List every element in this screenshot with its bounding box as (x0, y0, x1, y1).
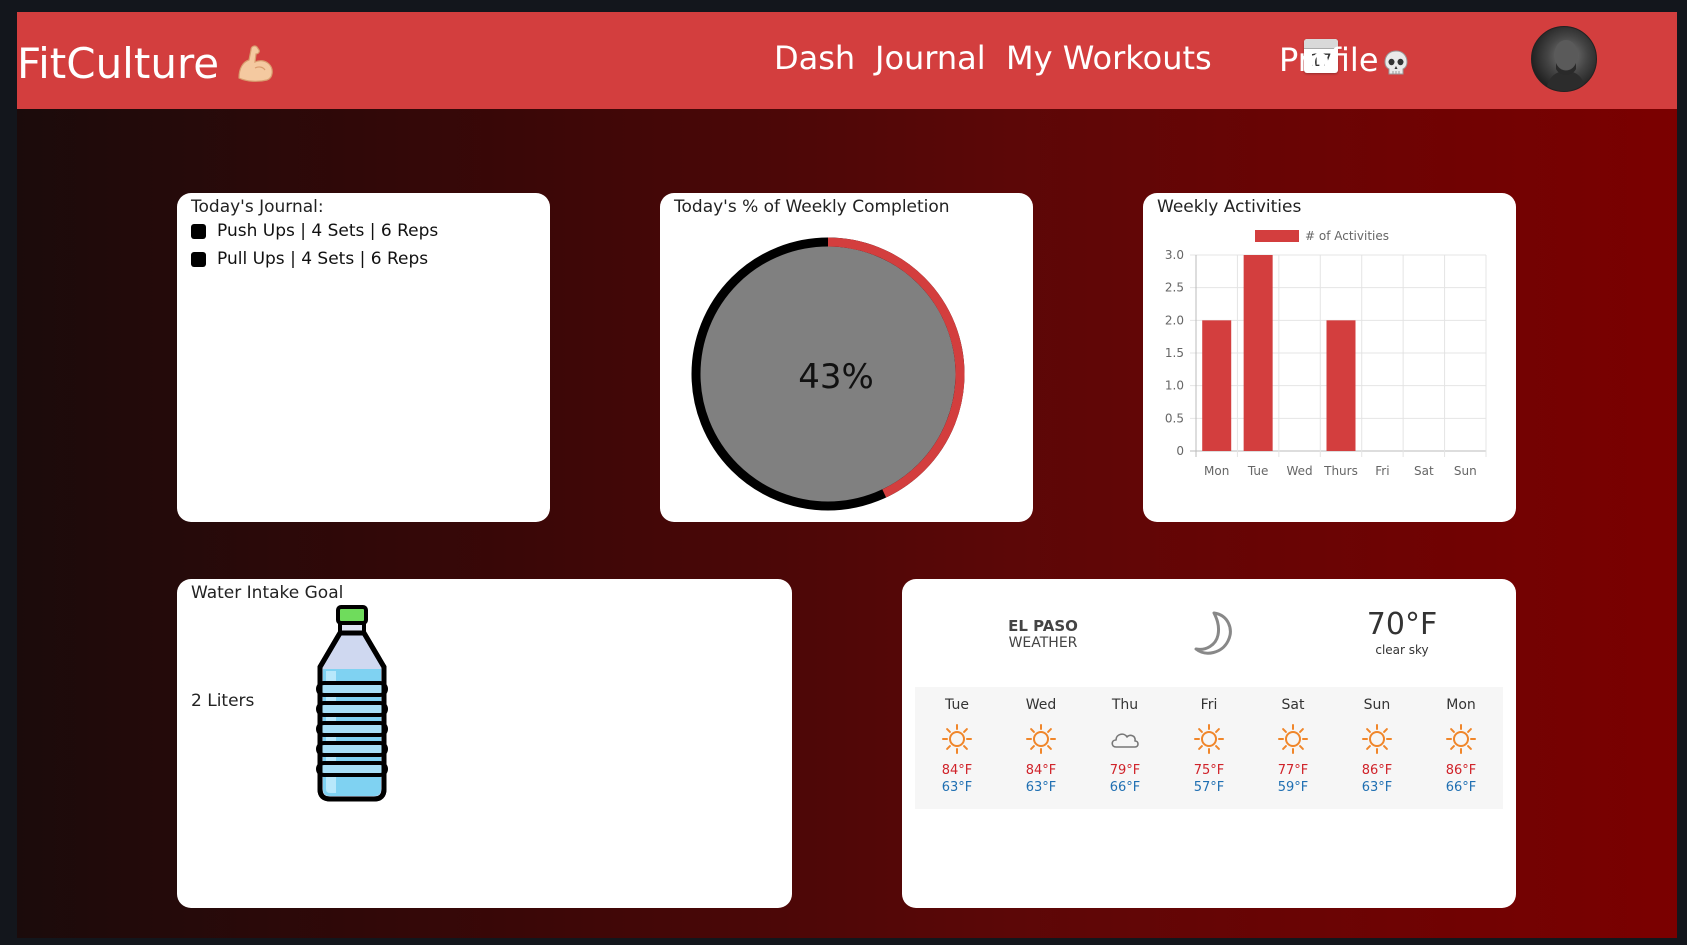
water-title: Water Intake Goal (191, 583, 344, 603)
sun-icon (1444, 722, 1478, 756)
bar-thurs[interactable] (1326, 320, 1356, 451)
forecast-high: 79°F (1109, 763, 1141, 778)
forecast-day: Thu 79°F 66°F (1083, 687, 1167, 809)
legend-swatch (1255, 230, 1299, 242)
forecast-low: 57°F (1193, 780, 1225, 795)
forecast-day: Fri 75°F 57°F (1167, 687, 1251, 809)
sun-icon (1024, 722, 1058, 756)
water-card: Water Intake Goal 2 Liters (177, 579, 792, 908)
weather-location: EL PASO WEATHER (902, 617, 1184, 651)
journal-item-label: Push Ups | 4 Sets | 6 Reps (217, 221, 439, 241)
sun-icon (1276, 722, 1310, 756)
forecast-day-name: Sat (1281, 697, 1305, 713)
skull-icon (1381, 47, 1411, 77)
y-tick-label: 0.5 (1165, 411, 1184, 425)
weather-label: WEATHER (1008, 635, 1078, 651)
nav-link-journal[interactable]: Journal (875, 38, 986, 78)
chart-legend[interactable]: # of Activities (1255, 229, 1389, 243)
activities-bar-chart: # of Activities 3.0 2.5 2.0 1.5 1.0 0.5 0 Mon T… (1165, 229, 1487, 478)
journal-card: Today's Journal: Push Ups | 4 Sets | 6 R… (177, 193, 550, 522)
water-bottle-icon (316, 605, 388, 802)
weather-current-temp: 70°F (1366, 607, 1438, 642)
journal-title: Today's Journal: (191, 197, 324, 217)
forecast-low: 59°F (1277, 780, 1309, 795)
navbar: FitCulture Dash Journal My Workouts 17 P… (17, 12, 1677, 109)
forecast-day-name: Sun (1363, 697, 1391, 713)
weather-condition: clear sky (1375, 643, 1429, 657)
forecast-day: Tue 84°F 63°F (915, 687, 999, 809)
avatar[interactable] (1531, 26, 1597, 92)
forecast-day: Sat 77°F 59°F (1251, 687, 1335, 809)
forecast-day-name: Mon (1446, 697, 1476, 713)
forecast-low: 63°F (1025, 780, 1057, 795)
y-tick-label: 0 (1176, 444, 1184, 458)
x-tick-label: Mon (1204, 464, 1229, 478)
completion-percent: 43% (798, 357, 874, 397)
weather-card: EL PASO WEATHER 70°F clear sky Tue 84°F 63… (902, 579, 1516, 908)
x-tick-label: Sun (1454, 464, 1477, 478)
forecast-day: Sun 86°F 63°F (1335, 687, 1419, 809)
flexed-biceps-icon (233, 42, 277, 86)
nav-link-my-workouts[interactable]: My Workouts (1006, 38, 1212, 78)
y-tick-label: 2.5 (1165, 281, 1184, 295)
nav-link-profile[interactable]: Profile (1279, 40, 1411, 80)
journal-item-label: Pull Ups | 4 Sets | 6 Reps (217, 249, 429, 269)
forecast-high: 75°F (1193, 763, 1225, 778)
completion-donut: 43% (691, 237, 965, 511)
y-axis: 3.0 2.5 2.0 1.5 1.0 0.5 0 (1165, 248, 1184, 458)
brand-name: FitCulture (17, 39, 220, 88)
y-tick-label: 1.5 (1165, 346, 1184, 360)
forecast-high: 84°F (941, 763, 973, 778)
forecast-low: 66°F (1445, 780, 1477, 795)
forecast-day: Wed 84°F 63°F (999, 687, 1083, 809)
bar-mon[interactable] (1202, 320, 1232, 451)
journal-item: Pull Ups | 4 Sets | 6 Reps (191, 249, 428, 269)
journal-checkbox[interactable] (191, 251, 206, 267)
y-tick-label: 3.0 (1165, 248, 1184, 262)
cloud-icon (1108, 722, 1142, 756)
activities-card: Weekly Activities # of Activities 3.0 2.5… (1143, 193, 1516, 522)
forecast-high: 77°F (1277, 763, 1309, 778)
nav-link-dash[interactable]: Dash (774, 38, 855, 78)
forecast-low: 63°F (941, 780, 973, 795)
sun-icon (1192, 722, 1226, 756)
forecast-low: 66°F (1109, 780, 1141, 795)
bar-tue[interactable] (1243, 255, 1273, 451)
x-tick-label: Tue (1247, 464, 1269, 478)
journal-checkbox[interactable] (191, 223, 206, 239)
sun-icon (940, 722, 974, 756)
water-amount: 2 Liters (191, 691, 255, 711)
y-tick-label: 1.0 (1165, 379, 1184, 393)
weather-current: 70°F clear sky (1322, 607, 1482, 657)
forecast-high: 84°F (1025, 763, 1057, 778)
journal-item: Push Ups | 4 Sets | 6 Reps (191, 221, 438, 241)
forecast-low: 63°F (1361, 780, 1393, 795)
moon-icon (1194, 611, 1232, 655)
brand-logo[interactable]: FitCulture (17, 40, 277, 88)
x-tick-label: Sat (1414, 464, 1434, 478)
completion-card: Today's % of Weekly Completion 43% (660, 193, 1033, 522)
forecast-high: 86°F (1445, 763, 1477, 778)
forecast-day-name: Wed (1025, 697, 1057, 713)
legend-label: # of Activities (1305, 229, 1389, 243)
y-tick-label: 2.0 (1165, 313, 1184, 327)
x-tick-label: Fri (1375, 464, 1389, 478)
x-axis: Mon Tue Wed Thurs Fri Sat Sun (1204, 464, 1477, 478)
forecast-day-name: Tue (945, 697, 969, 713)
sun-icon (1360, 722, 1394, 756)
forecast-high: 86°F (1361, 763, 1393, 778)
forecast-day-name: Fri (1200, 697, 1218, 713)
forecast-day: Mon 86°F 66°F (1419, 687, 1503, 809)
x-tick-label: Thurs (1323, 464, 1358, 478)
x-tick-label: Wed (1286, 464, 1312, 478)
forecast-day-name: Thu (1111, 697, 1139, 713)
weather-city: EL PASO (1008, 617, 1078, 635)
profile-label: Profile (1279, 41, 1379, 79)
app-frame: FitCulture Dash Journal My Workouts 17 P… (17, 12, 1677, 938)
